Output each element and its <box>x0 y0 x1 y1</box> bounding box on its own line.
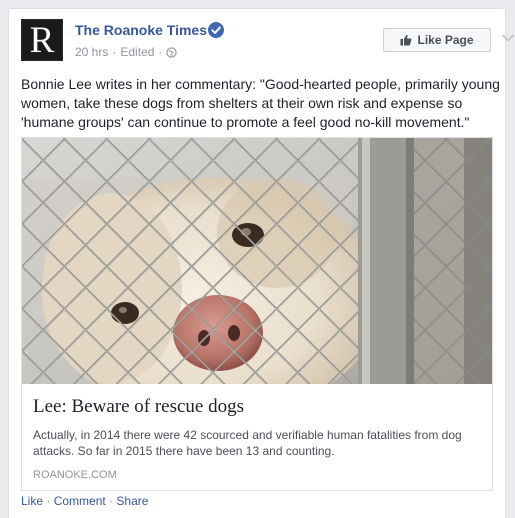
chevron-down-icon[interactable] <box>501 33 515 43</box>
like-action[interactable]: Like <box>21 494 43 508</box>
post-card: R The Roanoke Times 20 hrs · Edited · Li… <box>8 8 514 518</box>
preview-title[interactable]: Lee: Beware of rescue dogs <box>33 396 244 418</box>
page-avatar[interactable]: R <box>21 19 63 61</box>
edited-label[interactable]: Edited <box>120 45 154 59</box>
like-page-label: Like Page <box>417 33 474 47</box>
post-actions: Like · Comment · Share <box>21 494 148 508</box>
preview-image[interactable] <box>22 138 492 384</box>
post-timestamp[interactable]: 20 hrs <box>75 45 108 59</box>
globe-icon[interactable] <box>166 46 178 58</box>
page-name-link[interactable]: The Roanoke Times <box>75 22 207 38</box>
action-separator: · <box>46 494 51 508</box>
thumbs-up-icon <box>400 34 412 46</box>
comment-action[interactable]: Comment <box>54 494 106 508</box>
post-text: Bonnie Lee writes in her commentary: "Go… <box>21 76 500 130</box>
post-header: R The Roanoke Times 20 hrs · Edited · Li… <box>21 19 514 69</box>
action-separator: · <box>109 494 114 508</box>
meta-separator: · <box>158 45 163 59</box>
preview-description: Actually, in 2014 there were 42 scourced… <box>33 428 462 458</box>
post-meta: 20 hrs · Edited · <box>75 45 178 59</box>
like-page-button[interactable]: Like Page <box>383 28 491 52</box>
preview-body: Lee: Beware of rescue dogs Actually, in … <box>22 384 492 490</box>
verified-check-icon <box>208 22 224 38</box>
link-preview-card[interactable]: Lee: Beware of rescue dogs Actually, in … <box>21 137 493 491</box>
meta-separator: · <box>112 45 117 59</box>
share-action[interactable]: Share <box>116 494 148 508</box>
preview-domain: ROANOKE.COM <box>33 469 117 481</box>
